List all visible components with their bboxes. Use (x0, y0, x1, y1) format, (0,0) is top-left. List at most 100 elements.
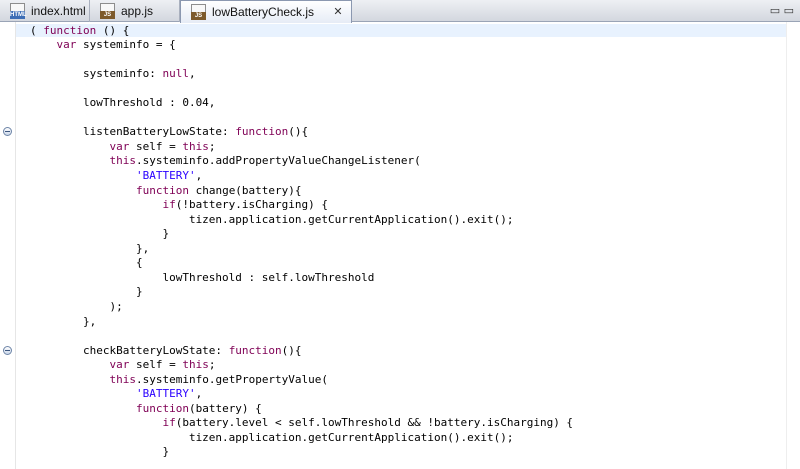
code-line[interactable]: this.systeminfo.addPropertyValueChangeLi… (16, 154, 800, 167)
code-token: ; (208, 358, 216, 372)
tab-label: app.js (121, 4, 154, 18)
fold-collapse-icon[interactable] (3, 127, 12, 137)
code-line[interactable]: } (16, 227, 800, 240)
keyword-token: function (228, 343, 282, 357)
code-token: ); (30, 299, 123, 313)
code-token: () { (96, 23, 130, 37)
minimize-maximize-icon[interactable]: ▭ ▭ (770, 4, 794, 17)
editor-tab-bar: HTML index.html JS app.js JS lowBatteryC… (0, 0, 800, 23)
keyword-token: var (56, 38, 77, 52)
code-line[interactable]: checkBatteryLowState: function(){ (16, 344, 800, 357)
tab-label: lowBatteryCheck.js (212, 5, 315, 19)
code-token: ; (208, 139, 216, 153)
html-file-icon: HTML (10, 3, 27, 19)
code-line[interactable]: lowThreshold : 0.04, (16, 96, 800, 109)
code-token: self = (129, 358, 183, 372)
keyword-token: function (235, 125, 289, 139)
code-token: checkBatteryLowState: (30, 343, 229, 357)
keyword-token: if (162, 198, 176, 212)
code-line[interactable]: 'BATTERY', (16, 387, 800, 400)
code-line[interactable]: ); (16, 300, 800, 313)
code-token: .systeminfo.getPropertyValue( (135, 372, 329, 386)
code-token: change(battery){ (188, 183, 302, 197)
code-token: systeminfo = { (76, 38, 176, 52)
code-line[interactable] (16, 111, 800, 124)
string-token: 'BATTERY' (135, 169, 196, 182)
code-token: .systeminfo.addPropertyValueChangeListen… (135, 154, 421, 168)
tab-lowbatterycheck-js[interactable]: JS lowBatteryCheck.js ✕ (180, 0, 352, 23)
code-line[interactable]: lowThreshold : self.lowThreshold (16, 271, 800, 284)
code-token: (battery.level < self.lowThreshold && !b… (175, 416, 574, 430)
keyword-token: this (182, 358, 209, 372)
code-line[interactable]: 'BATTERY', (16, 169, 800, 182)
code-token: { (30, 256, 143, 270)
code-line[interactable]: var self = this; (16, 358, 800, 371)
vertical-ruler (0, 22, 16, 469)
fold-collapse-icon[interactable] (3, 345, 12, 355)
code-line[interactable]: } (16, 445, 800, 458)
tab-index-html[interactable]: HTML index.html (0, 0, 90, 22)
code-token: , (195, 169, 203, 182)
code-line[interactable]: var systeminfo = { (16, 38, 800, 51)
code-line[interactable]: this.systeminfo.getPropertyValue( (16, 373, 800, 386)
code-editor[interactable]: ( function () { var systeminfo = { syste… (0, 22, 800, 469)
code-line[interactable]: tizen.application.getCurrentApplication(… (16, 431, 800, 444)
code-area[interactable]: ( function () { var systeminfo = { syste… (16, 22, 800, 469)
code-line[interactable]: ( function () { (16, 23, 800, 37)
code-line[interactable]: function(battery) { (16, 402, 800, 415)
code-token: lowThreshold : self.lowThreshold (30, 270, 375, 284)
tab-app-js[interactable]: JS app.js (90, 0, 180, 22)
code-line[interactable]: }, (16, 315, 800, 328)
code-token: systeminfo: (30, 67, 163, 81)
code-line[interactable]: { (16, 256, 800, 269)
keyword-token: var (109, 139, 130, 153)
keyword-token: var (109, 358, 130, 372)
code-token: (){ (281, 343, 302, 357)
string-token: 'BATTERY' (135, 387, 196, 401)
code-line[interactable]: listenBatteryLowState: function(){ (16, 125, 800, 138)
code-line[interactable]: function change(battery){ (16, 184, 800, 197)
keyword-token: this (109, 372, 136, 386)
code-line[interactable]: }, (16, 242, 800, 255)
keyword-token: null (162, 67, 189, 81)
code-line[interactable] (16, 53, 800, 66)
code-token: }, (30, 314, 97, 328)
code-line[interactable]: } (16, 285, 800, 298)
keyword-token: function (135, 183, 189, 197)
js-file-icon: JS (191, 4, 206, 20)
js-file-icon: JS (100, 3, 115, 19)
code-token: } (30, 285, 143, 299)
code-line[interactable]: systeminfo: null, (16, 67, 800, 80)
code-token: tizen.application.getCurrentApplication(… (30, 430, 514, 444)
code-line[interactable]: var self = this; (16, 140, 800, 153)
code-line[interactable] (16, 329, 800, 342)
code-line[interactable]: if(!battery.isCharging) { (16, 198, 800, 211)
code-token: tizen.application.getCurrentApplication(… (30, 212, 514, 226)
code-line[interactable]: if(battery.level < self.lowThreshold && … (16, 416, 800, 429)
keyword-token: this (182, 139, 209, 153)
code-line[interactable]: tizen.application.getCurrentApplication(… (16, 213, 800, 226)
code-token: self = (129, 139, 183, 153)
keyword-token: function (135, 401, 189, 415)
keyword-token: function (43, 23, 97, 37)
close-tab-icon[interactable]: ✕ (331, 5, 345, 19)
code-line[interactable] (16, 82, 800, 95)
code-token: ( (30, 23, 44, 37)
tab-label: index.html (31, 4, 86, 18)
overview-ruler (786, 22, 800, 469)
code-token: (){ (288, 125, 309, 139)
code-token: } (30, 445, 170, 459)
code-token: listenBatteryLowState: (30, 125, 236, 139)
keyword-token: this (109, 154, 136, 168)
code-token: , (195, 387, 203, 401)
